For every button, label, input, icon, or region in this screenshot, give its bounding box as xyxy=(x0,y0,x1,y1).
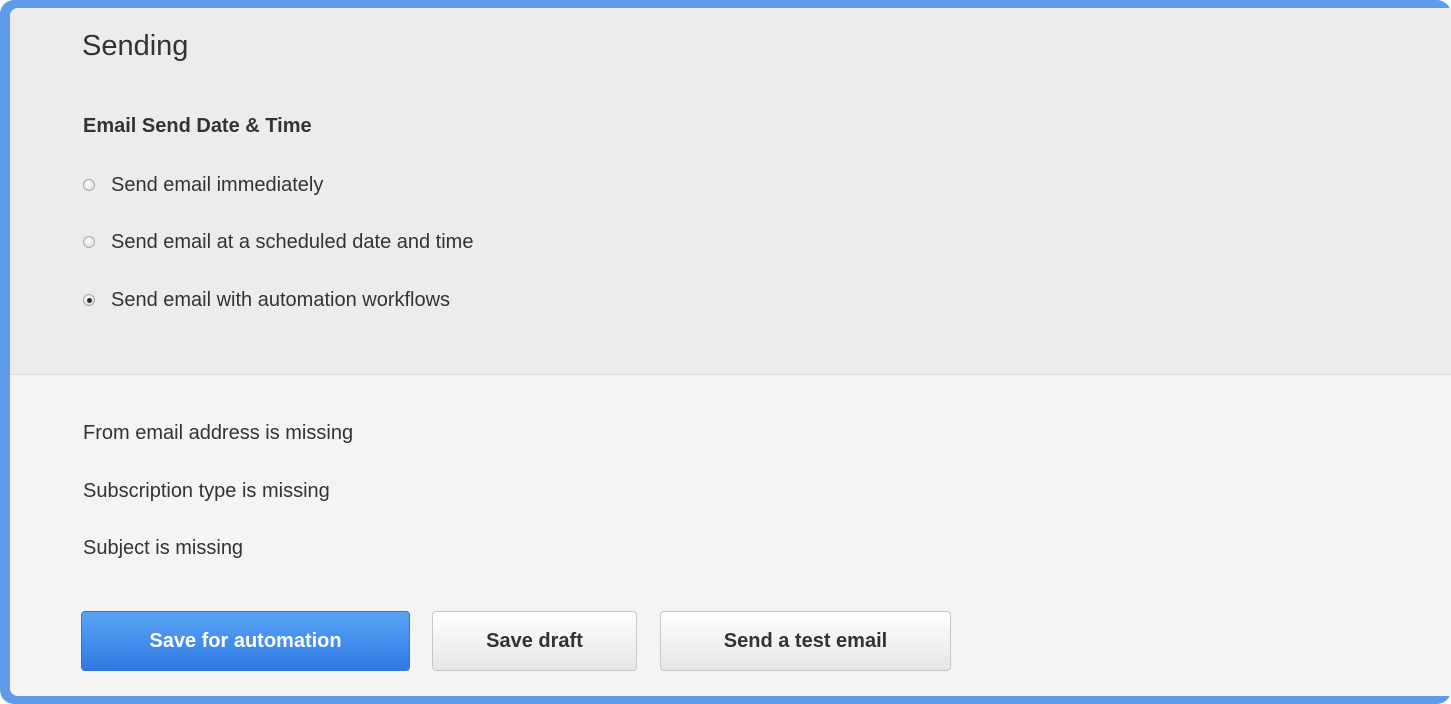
radio-button-icon[interactable] xyxy=(83,236,95,248)
section-title: Sending xyxy=(82,30,189,62)
save-draft-button[interactable]: Save draft xyxy=(432,611,637,671)
radio-option-send-automation[interactable]: Send email with automation workflows xyxy=(83,285,450,315)
screenshot-frame: Sending Email Send Date & Time Send emai… xyxy=(0,0,1451,704)
sending-panel: Sending Email Send Date & Time Send emai… xyxy=(10,8,1451,696)
validation-message-subscription: Subscription type is missing xyxy=(83,480,330,502)
radio-option-send-immediately[interactable]: Send email immediately xyxy=(83,170,323,200)
radio-button-selected-icon[interactable] xyxy=(83,294,95,306)
validation-message-from-address: From email address is missing xyxy=(83,422,354,444)
send-options-section: Sending Email Send Date & Time Send emai… xyxy=(10,8,1451,375)
radio-option-send-scheduled[interactable]: Send email at a scheduled date and time xyxy=(83,227,473,257)
radio-button-icon[interactable] xyxy=(83,179,95,191)
validation-section: From email address is missing Subscripti… xyxy=(10,375,1451,696)
save-for-automation-button[interactable]: Save for automation xyxy=(81,611,410,671)
send-date-time-label: Email Send Date & Time xyxy=(83,115,312,137)
radio-option-label: Send email with automation workflows xyxy=(111,288,451,311)
send-test-email-button[interactable]: Send a test email xyxy=(660,611,951,671)
radio-option-label: Send email immediately xyxy=(111,173,324,196)
validation-message-subject: Subject is missing xyxy=(83,537,244,559)
radio-option-label: Send email at a scheduled date and time xyxy=(111,230,474,253)
